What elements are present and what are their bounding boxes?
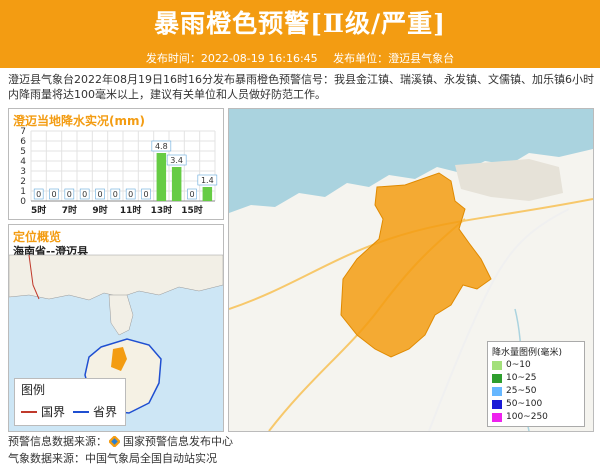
x-tick-label: 5时 bbox=[31, 204, 46, 216]
value-label: 0 bbox=[51, 190, 56, 199]
bar bbox=[156, 153, 167, 201]
legend-national: 国界 bbox=[21, 403, 65, 420]
publisher: 发布单位：澄迈县气象台 bbox=[333, 52, 455, 65]
value-label: 0 bbox=[97, 190, 102, 199]
x-tick-label: 11时 bbox=[120, 204, 142, 216]
warning-description: 澄迈县气象台2022年08月19日16时16分发布暴雨橙色预警信号：我县金江镇、… bbox=[8, 73, 594, 101]
bar bbox=[171, 167, 182, 201]
value-label: 0 bbox=[113, 190, 118, 199]
y-tick-label: 0 bbox=[20, 197, 26, 207]
value-label: 0 bbox=[143, 190, 148, 199]
legend-label: 0~10 bbox=[506, 360, 531, 370]
y-tick-label: 1 bbox=[20, 187, 26, 197]
weather-source-row: 气象数据来源：中国气象局全国自动站实况 bbox=[8, 450, 233, 467]
x-tick-label: 7时 bbox=[62, 204, 77, 216]
data-sources: 预警信息数据来源： 国家预警信息发布中心 气象数据来源：中国气象局全国自动站实况 bbox=[8, 433, 233, 467]
legend-national-label: 国界 bbox=[41, 405, 66, 419]
y-tick-label: 6 bbox=[20, 137, 26, 147]
provincial-border-swatch bbox=[73, 410, 89, 413]
legend-item: 100~250 bbox=[492, 411, 548, 423]
location-panel: 定位概览 海南省--澄迈县 图例 国界 省界 bbox=[8, 224, 224, 432]
warning-center-logo-icon bbox=[109, 436, 120, 447]
rainfall-panel: 澄迈当地降水实况(mm) 0 1 2 3 4 5 6 7 0 0 0 0 0 0 0 0 4.8 3.4 0 1.4 5… bbox=[8, 108, 224, 220]
location-legend: 图例 国界 省界 bbox=[14, 378, 126, 426]
value-label: 0 bbox=[128, 190, 133, 199]
x-tick-label: 9时 bbox=[92, 204, 107, 216]
legend-swatch bbox=[492, 373, 502, 383]
y-tick-label: 2 bbox=[20, 177, 26, 187]
y-tick-label: 4 bbox=[20, 157, 26, 167]
y-tick-label: 5 bbox=[20, 147, 26, 157]
national-border-swatch bbox=[21, 410, 37, 413]
value-label: 0 bbox=[189, 190, 194, 199]
x-tick-label: 13时 bbox=[151, 204, 173, 216]
warning-source-row: 预警信息数据来源： 国家预警信息发布中心 bbox=[8, 433, 233, 450]
legend-label: 10~25 bbox=[506, 373, 537, 383]
legend-label: 50~100 bbox=[506, 399, 543, 409]
legend-item: 10~25 bbox=[492, 372, 536, 384]
rainfall-legend-title: 降水量图例(毫米) bbox=[492, 348, 563, 358]
value-label: 4.8 bbox=[155, 142, 168, 151]
warning-title: 暴雨橙色预警[Ⅱ级/严重] bbox=[154, 9, 446, 38]
x-tick-label: 15时 bbox=[181, 204, 203, 216]
warning-source-label: 预警信息数据来源： bbox=[8, 435, 107, 448]
legend-item: 0~10 bbox=[492, 359, 531, 371]
legend-label: 25~50 bbox=[506, 386, 537, 396]
legend-item: 25~50 bbox=[492, 385, 536, 397]
rainfall-legend: 降水量图例(毫米) 0~10 10~25 25~50 50~100 100~25… bbox=[487, 341, 585, 427]
legend-label: 100~250 bbox=[506, 412, 548, 422]
legend-swatch bbox=[492, 412, 502, 422]
legend-provincial: 省界 bbox=[73, 403, 117, 420]
legend-swatch bbox=[492, 399, 502, 409]
warning-source-link[interactable]: 国家预警信息发布中心 bbox=[123, 433, 233, 450]
rainfall-chart: 012345670 0 0 0 0 0 0 04.83.401.45时 7时 9时 11时 13时 15… bbox=[20, 127, 218, 216]
warning-meta: 发布时间：2022-08-19 16:16:45 发布单位：澄迈县气象台 bbox=[0, 50, 600, 66]
legend-title: 图例 bbox=[21, 383, 46, 397]
legend-swatch bbox=[492, 360, 502, 370]
value-label: 0 bbox=[82, 190, 87, 199]
value-label: 3.4 bbox=[170, 156, 183, 165]
value-label: 0 bbox=[67, 190, 72, 199]
warning-banner: 暴雨橙色预警[Ⅱ级/严重] 发布时间：2022-08-19 16:16:45 发… bbox=[0, 0, 600, 68]
legend-swatch bbox=[492, 386, 502, 396]
bar bbox=[202, 187, 213, 201]
warning-map-panel[interactable]: 降水量图例(毫米) 0~10 10~25 25~50 50~100 100~25… bbox=[228, 108, 594, 432]
y-tick-label: 7 bbox=[20, 127, 26, 137]
legend-item: 50~100 bbox=[492, 398, 542, 410]
weather-source-label: 气象数据来源：中国气象局全国自动站实况 bbox=[8, 452, 217, 465]
legend-provincial-label: 省界 bbox=[93, 405, 118, 419]
value-label: 1.4 bbox=[201, 176, 214, 185]
publish-time: 发布时间：2022-08-19 16:16:45 bbox=[145, 52, 318, 65]
y-tick-label: 3 bbox=[20, 167, 26, 177]
value-label: 0 bbox=[36, 190, 41, 199]
